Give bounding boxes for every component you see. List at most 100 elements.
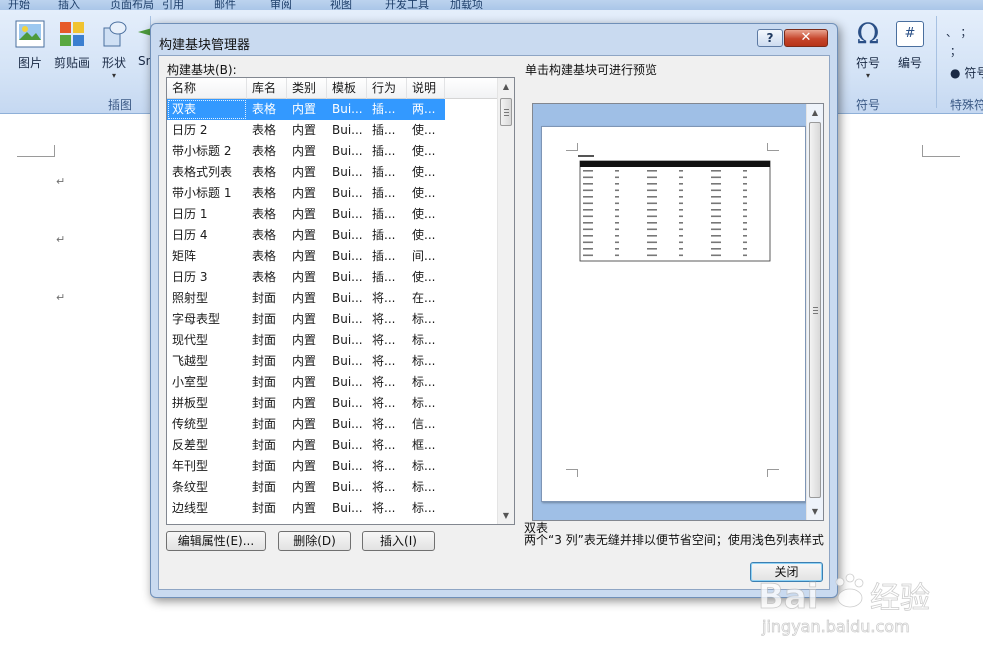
list-item[interactable]: 表格式列表 表格 内置 Bui... 插... 使... <box>167 162 500 183</box>
preview-table-text-line <box>615 254 619 257</box>
edit-properties-button[interactable]: 编辑属性(E)... <box>166 531 266 551</box>
column-header-category[interactable]: 类别 <box>287 78 327 99</box>
insert-button[interactable]: 插入(I) <box>362 531 435 551</box>
scroll-up-arrow-icon[interactable]: ▲ <box>498 78 514 95</box>
cell-gallery: 表格 <box>252 165 277 179</box>
cell-gallery: 表格 <box>252 249 277 263</box>
preview-table-text-line <box>679 170 683 172</box>
scroll-up-arrow-icon[interactable]: ▲ <box>807 104 823 121</box>
list-item[interactable]: 拼板型 封面 内置 Bui... 将... 标... <box>167 393 500 414</box>
ribbon-tab[interactable]: 页面布局 <box>110 0 154 10</box>
column-header-gallery[interactable]: 库名 <box>247 78 287 99</box>
cell-behavior: 插... <box>372 207 396 221</box>
cell-template: Bui... <box>332 459 363 473</box>
cell-gallery: 封面 <box>252 459 277 473</box>
preview-table-text-line <box>615 209 619 211</box>
cell-behavior: 插... <box>372 270 396 284</box>
column-header-name[interactable]: 名称 <box>167 78 247 99</box>
preview-scrollbar[interactable]: ▲ ▼ <box>806 104 823 520</box>
scroll-down-arrow-icon[interactable]: ▼ <box>498 507 514 524</box>
list-rows: 双表 表格 内置 Bui... 插... 两... 日历 2 表格 内置 Bui... 插... 使.… <box>167 99 500 519</box>
grip-line <box>813 310 818 311</box>
column-header-behavior[interactable]: 行为 <box>367 78 407 99</box>
preview-table-text-line <box>615 170 619 172</box>
cell-template: Bui... <box>332 228 363 242</box>
list-item[interactable]: 矩阵 表格 内置 Bui... 插... 间... <box>167 246 500 267</box>
list-item[interactable]: 现代型 封面 内置 Bui... 将... 标... <box>167 330 500 351</box>
scroll-down-arrow-icon[interactable]: ▼ <box>807 503 823 520</box>
ribbon-tab[interactable]: 邮件 <box>214 0 236 10</box>
ribbon-tab[interactable]: 加载项 <box>450 0 483 10</box>
special-symbol-semicolon[interactable]: ； <box>950 43 961 59</box>
list-scrollbar[interactable]: ▲ ▼ <box>497 78 514 524</box>
list-item[interactable]: 日历 4 表格 内置 Bui... 插... 使... <box>167 225 500 246</box>
grip-line <box>813 313 818 314</box>
ribbon-tab[interactable]: 插入 <box>58 0 80 10</box>
delete-button[interactable]: 删除(D) <box>278 531 351 551</box>
list-item[interactable]: 条纹型 封面 内置 Bui... 将... 标... <box>167 477 500 498</box>
clipart-button[interactable]: 剪贴画 <box>52 18 92 71</box>
column-header-description[interactable]: 说明 <box>407 78 445 99</box>
paragraph-mark-icon: ↵ <box>56 291 66 304</box>
cell-behavior: 插... <box>367 99 407 120</box>
ribbon-tab[interactable]: 引用 <box>162 0 184 10</box>
symbol-button[interactable]: Ω 符号 ▾ <box>848 18 888 81</box>
column-header-template[interactable]: 模板 <box>327 78 367 99</box>
scroll-thumb[interactable] <box>500 98 512 126</box>
list-item[interactable]: 日历 3 表格 内置 Bui... 插... 使... <box>167 267 500 288</box>
cell-template: Bui... <box>327 99 367 120</box>
cell-behavior: 插... <box>372 165 396 179</box>
cell-description: 两... <box>407 99 445 120</box>
cell-gallery: 封面 <box>252 480 277 494</box>
list-item[interactable]: 小室型 封面 内置 Bui... 将... 标... <box>167 372 500 393</box>
preview-table-text-line <box>743 196 747 198</box>
paragraph-mark-icon: ↵ <box>56 175 66 188</box>
list-item[interactable]: 年刊型 封面 内置 Bui... 将... 标... <box>167 456 500 477</box>
list-item[interactable]: 照射型 封面 内置 Bui... 将... 在... <box>167 288 500 309</box>
list-item[interactable]: 日历 1 表格 内置 Bui... 插... 使... <box>167 204 500 225</box>
preview-table-text-line <box>615 241 619 244</box>
cell-name: 拼板型 <box>172 396 209 410</box>
preview-table-text-line <box>647 209 657 211</box>
preview-table-text-line <box>743 228 747 231</box>
preview-table-text-line <box>679 254 683 257</box>
grip-line <box>504 109 509 110</box>
ribbon-tab[interactable]: 开发工具 <box>385 0 429 10</box>
picture-button[interactable]: 图片 <box>10 18 50 71</box>
help-button[interactable]: ? <box>757 29 783 47</box>
building-blocks-organizer-dialog: 构建基块管理器 ? ✕ 构建基块(B): 单击构建基块可进行预览 名称 库名 类… <box>150 23 838 598</box>
list-item[interactable]: 带小标题 2 表格 内置 Bui... 插... 使... <box>167 141 500 162</box>
cell-behavior: 将... <box>372 438 396 452</box>
list-item[interactable]: 双表 表格 内置 Bui... 插... 两... <box>167 99 500 120</box>
preview-table-text-line <box>615 189 619 192</box>
list-item[interactable]: 飞越型 封面 内置 Bui... 将... 标... <box>167 351 500 372</box>
close-window-button[interactable]: ✕ <box>784 29 828 47</box>
preview-table-text-line <box>679 235 683 237</box>
cell-description: 标... <box>412 396 436 410</box>
preview-margin-corner <box>767 469 779 477</box>
special-symbol-button[interactable]: ● 符号 <box>950 64 983 81</box>
cell-name: 小室型 <box>172 375 209 389</box>
building-blocks-list[interactable]: 名称 库名 类别 模板 行为 说明 双表 表格 内置 Bui... 插... 两... 日历… <box>166 77 515 525</box>
preview-table-text-line <box>615 183 619 185</box>
ribbon-tab[interactable]: 视图 <box>330 0 352 10</box>
preview-table-text-line <box>647 183 657 185</box>
list-item[interactable]: 传统型 封面 内置 Bui... 将... 信... <box>167 414 500 435</box>
scroll-thumb[interactable] <box>809 122 821 498</box>
cell-description: 标... <box>412 459 436 473</box>
list-item[interactable]: 字母表型 封面 内置 Bui... 将... 标... <box>167 309 500 330</box>
cell-behavior: 将... <box>372 396 396 410</box>
cell-gallery: 表格 <box>252 228 277 242</box>
list-item[interactable]: 日历 2 表格 内置 Bui... 插... 使... <box>167 120 500 141</box>
list-item[interactable]: 反差型 封面 内置 Bui... 将... 框... <box>167 435 500 456</box>
number-button[interactable]: # 编号 <box>892 18 928 71</box>
list-item[interactable]: 带小标题 1 表格 内置 Bui... 插... 使... <box>167 183 500 204</box>
ribbon-tab[interactable]: 开始 <box>8 0 30 10</box>
cell-template: Bui... <box>332 333 363 347</box>
special-symbols-top[interactable]: 、 ； <box>946 24 983 40</box>
shapes-button[interactable]: 形状 ▾ <box>96 18 132 80</box>
ribbon-tab[interactable]: 审阅 <box>270 0 292 10</box>
dialog-title: 构建基块管理器 <box>159 38 251 53</box>
cell-name: 照射型 <box>172 291 209 305</box>
list-item[interactable]: 边线型 封面 内置 Bui... 将... 标... <box>167 498 500 519</box>
